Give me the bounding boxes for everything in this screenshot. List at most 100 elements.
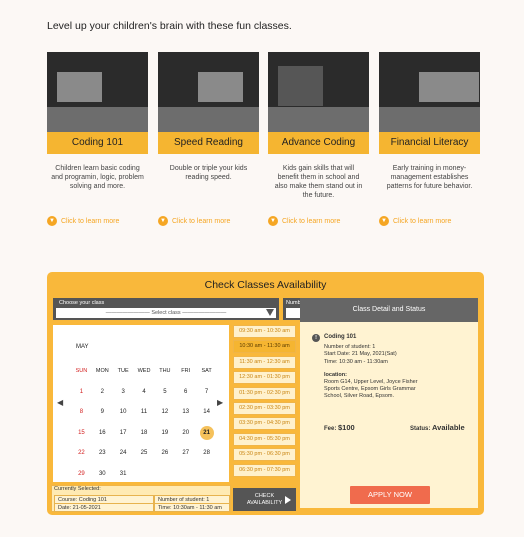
chevron-down-icon: ▼ bbox=[379, 216, 389, 226]
class-chooser: Choose your class ———————— Select class … bbox=[53, 298, 279, 320]
calendar-day[interactable]: 3 bbox=[113, 389, 134, 395]
calendar-day-number: 12 bbox=[161, 409, 169, 416]
calendar-day[interactable]: 25 bbox=[134, 450, 155, 456]
learn-more-link[interactable]: ▼ Click to learn more bbox=[268, 216, 369, 226]
calendar-day-number: 22 bbox=[78, 450, 85, 457]
calendar-day[interactable]: 21 bbox=[196, 425, 217, 440]
class-select-placeholder: ———————— Select class ———————— bbox=[105, 310, 227, 316]
calendar-day[interactable]: 6 bbox=[175, 389, 196, 395]
weekday-label: FRI bbox=[181, 368, 191, 375]
calendar-day[interactable]: 23 bbox=[92, 450, 113, 456]
class-card: Advance Coding Kids gain skills that will… bbox=[268, 52, 369, 226]
calendar-day[interactable]: 4 bbox=[134, 389, 155, 395]
calendar-day[interactable]: 19 bbox=[154, 430, 175, 436]
class-select[interactable]: ———————— Select class ———————— bbox=[56, 308, 276, 318]
calendar-day[interactable]: 1 bbox=[71, 389, 92, 395]
detail-location: Room G14, Upper Level, Joyce Fisher Spor… bbox=[324, 379, 418, 400]
time-slot[interactable]: 11:30 am - 12:30 am bbox=[233, 355, 296, 369]
apply-now-button[interactable]: APPLY NOW bbox=[350, 486, 430, 504]
check-availability-button[interactable]: CHECK AVAILABILITY bbox=[233, 488, 296, 511]
time-slot-list: 09:30 am - 10:30 am 10:30 am - 11:30 am 11… bbox=[233, 325, 296, 479]
time-slot[interactable]: 04:30 pm - 05:30 pm bbox=[233, 432, 296, 446]
calendar-day-number: 31 bbox=[119, 470, 127, 477]
learn-more-link[interactable]: ▼ Click to learn more bbox=[47, 216, 148, 226]
next-month-icon[interactable]: ▶ bbox=[217, 398, 223, 407]
time-slot[interactable]: 05:30 pm - 06:30 pm bbox=[233, 448, 296, 462]
info-icon: ! bbox=[312, 334, 320, 342]
calendar-day[interactable]: 10 bbox=[113, 409, 134, 415]
calendar-day[interactable]: 5 bbox=[154, 389, 175, 395]
calendar-day[interactable]: 22 bbox=[71, 450, 92, 456]
selected-date: Date: 21-05-2021 bbox=[54, 503, 154, 512]
choose-class-label: Choose your class bbox=[59, 300, 105, 306]
calendar-day-number: 30 bbox=[98, 470, 106, 477]
detail-location-label: location: bbox=[324, 371, 347, 378]
calendar-day-number: 11 bbox=[140, 409, 148, 416]
class-card-title: Financial Literacy bbox=[379, 132, 480, 154]
calendar-day-number: 21 bbox=[199, 425, 214, 440]
calendar-day-number: 16 bbox=[98, 429, 106, 436]
calendar-day[interactable]: 29 bbox=[71, 471, 92, 477]
class-card: Financial Literacy Early training in mone… bbox=[379, 52, 480, 226]
detail-status: Status: Available bbox=[410, 423, 465, 432]
time-slot[interactable]: 03:30 pm - 04:30 pm bbox=[233, 417, 296, 431]
prev-month-icon[interactable]: ◀ bbox=[57, 398, 63, 407]
calendar-day-number: 2 bbox=[100, 388, 104, 395]
class-card-description: Double or triple your kids reading speed… bbox=[169, 165, 248, 181]
weekday-label: THU bbox=[159, 368, 171, 375]
class-card-description: Early training in money-management estab… bbox=[386, 165, 473, 190]
time-slot[interactable]: 09:30 am - 10:30 am bbox=[233, 325, 296, 338]
class-detail-header: Class Detail and Status bbox=[300, 298, 478, 322]
learn-more-label: Click to learn more bbox=[282, 217, 341, 225]
detail-time: Time: 10:30 am - 11:30am bbox=[324, 358, 388, 365]
detail-fee: Fee: $100 bbox=[324, 423, 355, 432]
calendar-day-number: 15 bbox=[78, 429, 85, 436]
chevron-down-icon: ▼ bbox=[47, 216, 57, 226]
chevron-down-icon: ▼ bbox=[158, 216, 168, 226]
time-slot[interactable]: 06:30 pm - 07:30 pm bbox=[233, 463, 296, 477]
calendar-day[interactable]: 31 bbox=[113, 471, 134, 477]
calendar-day[interactable]: 8 bbox=[71, 409, 92, 415]
availability-panel: Check Classes Availability Choose your c… bbox=[47, 272, 484, 515]
calendar-day[interactable]: 28 bbox=[196, 450, 217, 456]
class-card-description: Children learn basic coding and programi… bbox=[51, 165, 144, 190]
class-card: Coding 101 Children learn basic coding an… bbox=[47, 52, 148, 226]
learn-more-link[interactable]: ▼ Click to learn more bbox=[158, 216, 259, 226]
calendar-day[interactable]: 20 bbox=[175, 430, 196, 436]
calendar-day[interactable]: 13 bbox=[175, 409, 196, 415]
time-slot[interactable]: 12:30 am - 01:30 pm bbox=[233, 371, 296, 385]
calendar-day[interactable]: 24 bbox=[113, 450, 134, 456]
calendar-day[interactable]: 27 bbox=[175, 450, 196, 456]
class-detail-panel: Class Detail and Status ! Coding 101 Num… bbox=[300, 298, 478, 508]
learn-more-label: Click to learn more bbox=[393, 217, 452, 225]
calendar-day[interactable]: 26 bbox=[154, 450, 175, 456]
chevron-down-icon: ▼ bbox=[268, 216, 278, 226]
time-slot[interactable]: 02:30 pm - 03:30 pm bbox=[233, 401, 296, 415]
calendar-day[interactable]: 2 bbox=[92, 389, 113, 395]
calendar-day-number: 1 bbox=[79, 388, 84, 395]
class-detail-body: ! Coding 101 Number of student: 1 Start … bbox=[312, 334, 472, 401]
calendar-day[interactable]: 30 bbox=[92, 471, 113, 477]
calendar-month: MAY bbox=[76, 344, 89, 350]
time-slot[interactable]: 10:30 am - 11:30 am bbox=[233, 340, 296, 354]
detail-students: Number of student: 1 bbox=[324, 344, 376, 351]
class-photo bbox=[158, 52, 259, 132]
calendar-day[interactable]: 11 bbox=[134, 409, 155, 415]
panel-title: Check Classes Availability bbox=[204, 279, 327, 291]
calendar-day[interactable]: 16 bbox=[92, 430, 113, 436]
calendar-day[interactable]: 12 bbox=[154, 409, 175, 415]
page-headline: Level up your children's brain with thes… bbox=[47, 20, 292, 32]
calendar-day[interactable]: 18 bbox=[134, 430, 155, 436]
calendar-day[interactable]: 9 bbox=[92, 409, 113, 415]
calendar-day-number: 24 bbox=[119, 450, 127, 457]
calendar-day[interactable]: 17 bbox=[113, 430, 134, 436]
dropdown-arrow-icon[interactable] bbox=[266, 309, 274, 316]
calendar: MAY ◀ ▶ SUN MON TUE WED THU FRI SAT 1 2 3 4 5 6 7 8 9 10… bbox=[53, 325, 229, 482]
class-photo bbox=[379, 52, 480, 132]
calendar-day[interactable]: 14 bbox=[196, 409, 217, 415]
calendar-day[interactable]: 15 bbox=[71, 430, 92, 436]
learn-more-link[interactable]: ▼ Click to learn more bbox=[379, 216, 480, 226]
fee-value: $100 bbox=[338, 423, 355, 432]
time-slot[interactable]: 01:30 pm - 02:30 pm bbox=[233, 386, 296, 400]
calendar-day[interactable]: 7 bbox=[196, 389, 217, 395]
